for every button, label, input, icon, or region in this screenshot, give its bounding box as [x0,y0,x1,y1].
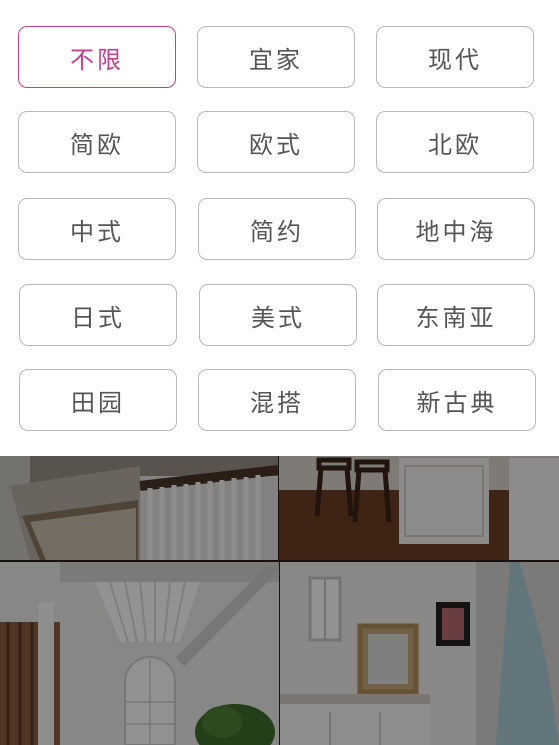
style-option-zhongshi[interactable]: 中式 [18,198,176,260]
hallway-photo [0,562,279,745]
style-option-xinjudian[interactable]: 新古典 [378,369,536,431]
style-option-hunda[interactable]: 混搭 [198,369,356,431]
style-option-dizhonghai[interactable]: 地中海 [377,198,535,260]
style-option-dongnanya[interactable]: 东南亚 [377,284,535,346]
style-option-jianyue[interactable]: 简约 [198,198,356,260]
staircase-photo [0,456,278,560]
kitchen-photo [279,456,559,560]
bathroom-photo [280,562,559,745]
style-option-tianyuan[interactable]: 田园 [19,369,177,431]
style-option-jianou[interactable]: 简欧 [18,111,176,173]
style-filter-panel: 不限 宜家 现代 简欧 欧式 北欧 中式 简约 地中海 日式 美式 东南亚 田园… [0,0,559,456]
style-option-buxian[interactable]: 不限 [18,26,176,88]
style-option-meishi[interactable]: 美式 [199,284,357,346]
style-option-xiandai[interactable]: 现代 [376,26,534,88]
style-option-oushi[interactable]: 欧式 [197,111,355,173]
background-photo-grid [0,456,559,745]
style-option-beiou[interactable]: 北欧 [376,111,534,173]
style-option-yijia[interactable]: 宜家 [197,26,355,88]
style-option-rishi[interactable]: 日式 [19,284,177,346]
